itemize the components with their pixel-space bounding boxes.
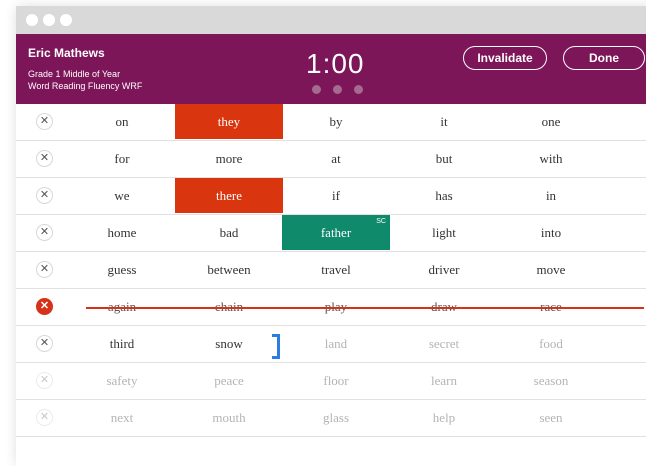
word-cell[interactable]: in bbox=[497, 178, 605, 213]
timer-dot bbox=[354, 85, 363, 94]
self-correction-tag: SC bbox=[376, 218, 386, 225]
last-word-bracket[interactable] bbox=[272, 334, 280, 359]
word-cell[interactable]: guess bbox=[68, 252, 176, 287]
word-cell[interactable]: move bbox=[497, 252, 605, 287]
word-row: ✕ safety peace floor learn season bbox=[16, 363, 646, 400]
word-cell[interactable]: food bbox=[497, 326, 605, 361]
word-row-skipped: ✕ again chain play draw race bbox=[16, 289, 646, 326]
word-row: ✕ for more at but with bbox=[16, 141, 646, 178]
close-icon[interactable]: ✕ bbox=[36, 187, 53, 204]
word-cell[interactable]: light bbox=[390, 215, 498, 250]
word-cell[interactable]: but bbox=[390, 141, 498, 176]
word-cell[interactable]: peace bbox=[175, 363, 283, 398]
word-cell[interactable]: help bbox=[390, 400, 498, 435]
word-cell[interactable]: for bbox=[68, 141, 176, 176]
word-cell[interactable]: by bbox=[282, 104, 390, 139]
word-cell[interactable]: safety bbox=[68, 363, 176, 398]
word-cell[interactable]: glass bbox=[282, 400, 390, 435]
row-strikethrough bbox=[86, 307, 644, 309]
word-cell[interactable]: has bbox=[390, 178, 498, 213]
window-dot bbox=[60, 14, 72, 26]
word-cell[interactable]: secret bbox=[390, 326, 498, 361]
window-dot bbox=[26, 14, 38, 26]
word-cell[interactable]: into bbox=[497, 215, 605, 250]
app-window: Eric Mathews Grade 1 Middle of Year Word… bbox=[16, 6, 646, 466]
word-cell[interactable]: more bbox=[175, 141, 283, 176]
word-cell[interactable]: travel bbox=[282, 252, 390, 287]
word-row: ✕ guess between travel driver move bbox=[16, 252, 646, 289]
close-icon[interactable]: ✕ bbox=[36, 224, 53, 241]
word-cell[interactable]: land bbox=[282, 326, 390, 361]
word-cell-self-corrected[interactable]: father SC bbox=[282, 215, 390, 250]
word-cell[interactable]: on bbox=[68, 104, 176, 139]
word-cell[interactable]: if bbox=[282, 178, 390, 213]
word-cell[interactable]: home bbox=[68, 215, 176, 250]
student-name: Eric Mathews bbox=[28, 46, 105, 60]
word-label: father bbox=[320, 225, 352, 240]
word-cell[interactable]: with bbox=[497, 141, 605, 176]
close-icon[interactable]: ✕ bbox=[36, 298, 53, 315]
word-row: ✕ home bad father SC light into bbox=[16, 215, 646, 252]
close-icon[interactable]: ✕ bbox=[36, 113, 53, 130]
assessment-line: Word Reading Fluency WRF bbox=[28, 81, 143, 91]
word-cell[interactable]: at bbox=[282, 141, 390, 176]
word-cell[interactable]: learn bbox=[390, 363, 498, 398]
assessment-header: Eric Mathews Grade 1 Middle of Year Word… bbox=[16, 34, 646, 104]
word-cell[interactable]: driver bbox=[390, 252, 498, 287]
timer-dot bbox=[312, 85, 321, 94]
word-cell[interactable]: there bbox=[175, 178, 283, 213]
word-row: ✕ next mouth glass help seen bbox=[16, 400, 646, 437]
done-button[interactable]: Done bbox=[563, 46, 645, 70]
word-cell[interactable]: floor bbox=[282, 363, 390, 398]
word-cell[interactable]: third bbox=[68, 326, 176, 361]
word-cell[interactable]: snow bbox=[175, 326, 283, 361]
word-cell[interactable]: season bbox=[497, 363, 605, 398]
close-icon[interactable]: ✕ bbox=[36, 372, 53, 389]
timer-dot bbox=[333, 85, 342, 94]
invalidate-button[interactable]: Invalidate bbox=[463, 46, 547, 70]
grade-line: Grade 1 Middle of Year bbox=[28, 69, 121, 79]
word-cell[interactable]: it bbox=[390, 104, 498, 139]
close-icon[interactable]: ✕ bbox=[36, 409, 53, 426]
word-cell[interactable]: mouth bbox=[175, 400, 283, 435]
word-row: ✕ on they by it one bbox=[16, 104, 646, 141]
word-row: ✕ we there if has in bbox=[16, 178, 646, 215]
word-cell[interactable]: between bbox=[175, 252, 283, 287]
word-cell[interactable]: seen bbox=[497, 400, 605, 435]
word-cell[interactable]: next bbox=[68, 400, 176, 435]
window-titlebar bbox=[16, 6, 646, 34]
close-icon[interactable]: ✕ bbox=[36, 335, 53, 352]
close-icon[interactable]: ✕ bbox=[36, 150, 53, 167]
word-cell[interactable]: one bbox=[497, 104, 605, 139]
word-cell[interactable]: bad bbox=[175, 215, 283, 250]
word-grid: ✕ on they by it one ✕ for more at but wi… bbox=[16, 104, 646, 437]
word-cell[interactable]: we bbox=[68, 178, 176, 213]
word-row: ✕ third snow land secret food bbox=[16, 326, 646, 363]
timer: 1:00 bbox=[306, 48, 365, 79]
window-dot bbox=[43, 14, 55, 26]
word-cell[interactable]: they bbox=[175, 104, 283, 139]
close-icon[interactable]: ✕ bbox=[36, 261, 53, 278]
